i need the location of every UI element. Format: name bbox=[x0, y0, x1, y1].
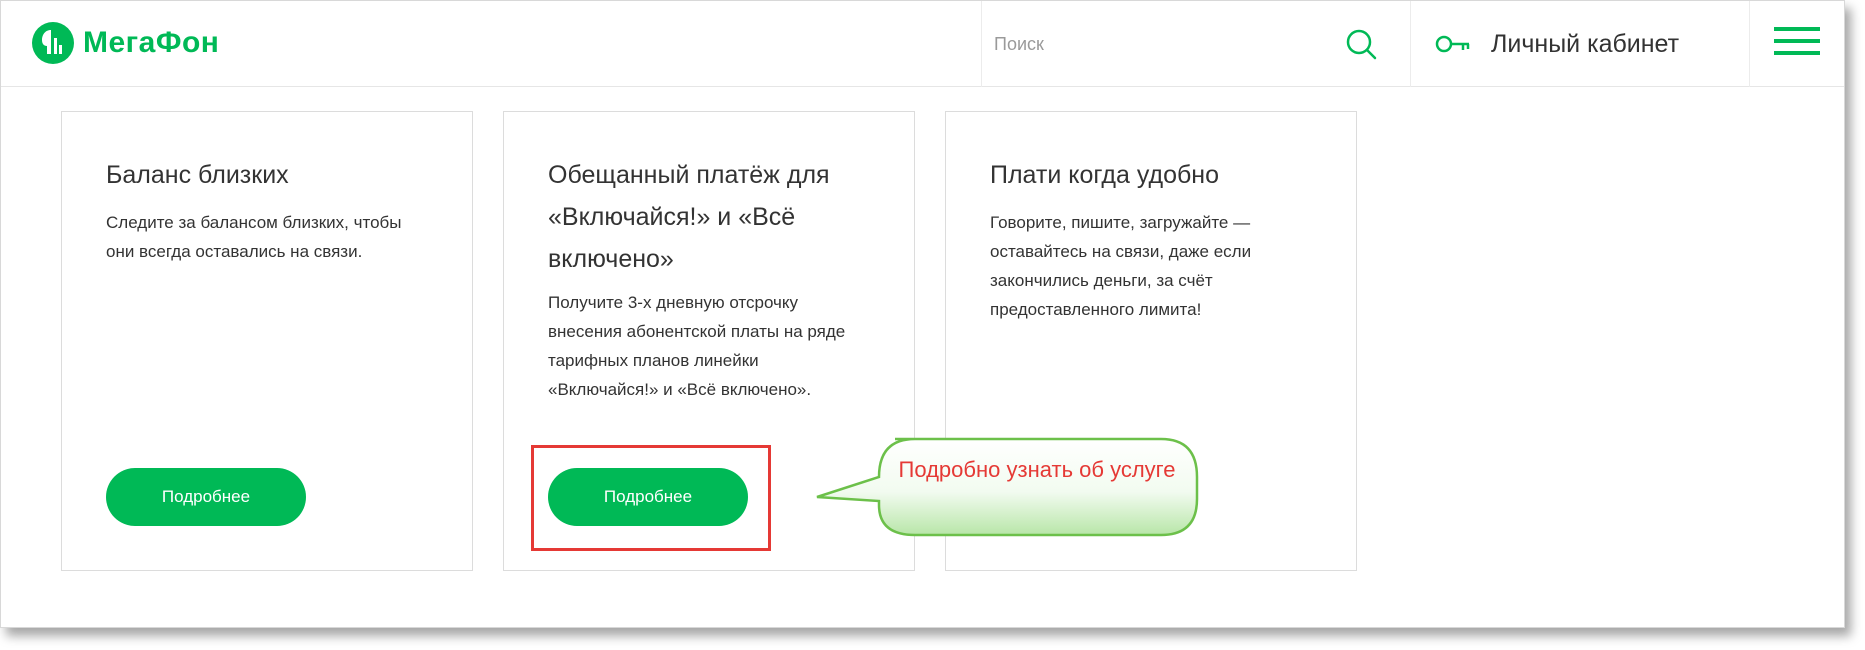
callout-text: Подробно узнать об услуге bbox=[898, 457, 1176, 482]
page-frame: МегаФон Личный кабинет Бала bbox=[0, 0, 1845, 628]
callout-bubble-shape bbox=[816, 437, 1199, 537]
site-header: МегаФон Личный кабинет bbox=[1, 1, 1844, 87]
logo-text: МегаФон bbox=[83, 26, 220, 59]
search-input[interactable] bbox=[994, 27, 1324, 61]
key-icon bbox=[1435, 35, 1470, 53]
hamburger-menu-icon[interactable] bbox=[1774, 23, 1820, 59]
megafon-logo-icon bbox=[32, 22, 74, 64]
search-box bbox=[981, 1, 1411, 87]
service-card-family-balance: Баланс близких Следите за балансом близк… bbox=[61, 111, 473, 571]
card-description: Следите за балансом близких, чтобы они в… bbox=[106, 213, 402, 261]
annotation-callout: Подробно узнать об услуге bbox=[811, 437, 1201, 539]
card-title: Баланс близких bbox=[106, 161, 289, 189]
card-description: Говорите, пишите, загружайте — оставайте… bbox=[990, 213, 1252, 319]
account-label: Личный кабинет bbox=[1491, 29, 1680, 58]
card-title: Плати когда удобно bbox=[990, 161, 1220, 189]
annotation-highlight-box bbox=[531, 445, 771, 551]
card-title: Обещанный платёж для «Включайся!» и «Всё… bbox=[548, 161, 830, 273]
logo[interactable]: МегаФон bbox=[31, 21, 219, 65]
card-description: Получите 3-х дневную отсрочку внесения а… bbox=[548, 293, 846, 399]
account-link[interactable]: Личный кабинет bbox=[1435, 1, 1679, 87]
menu-divider bbox=[1749, 1, 1750, 87]
search-icon[interactable] bbox=[1344, 27, 1378, 61]
details-button[interactable]: Подробнее bbox=[106, 468, 306, 526]
